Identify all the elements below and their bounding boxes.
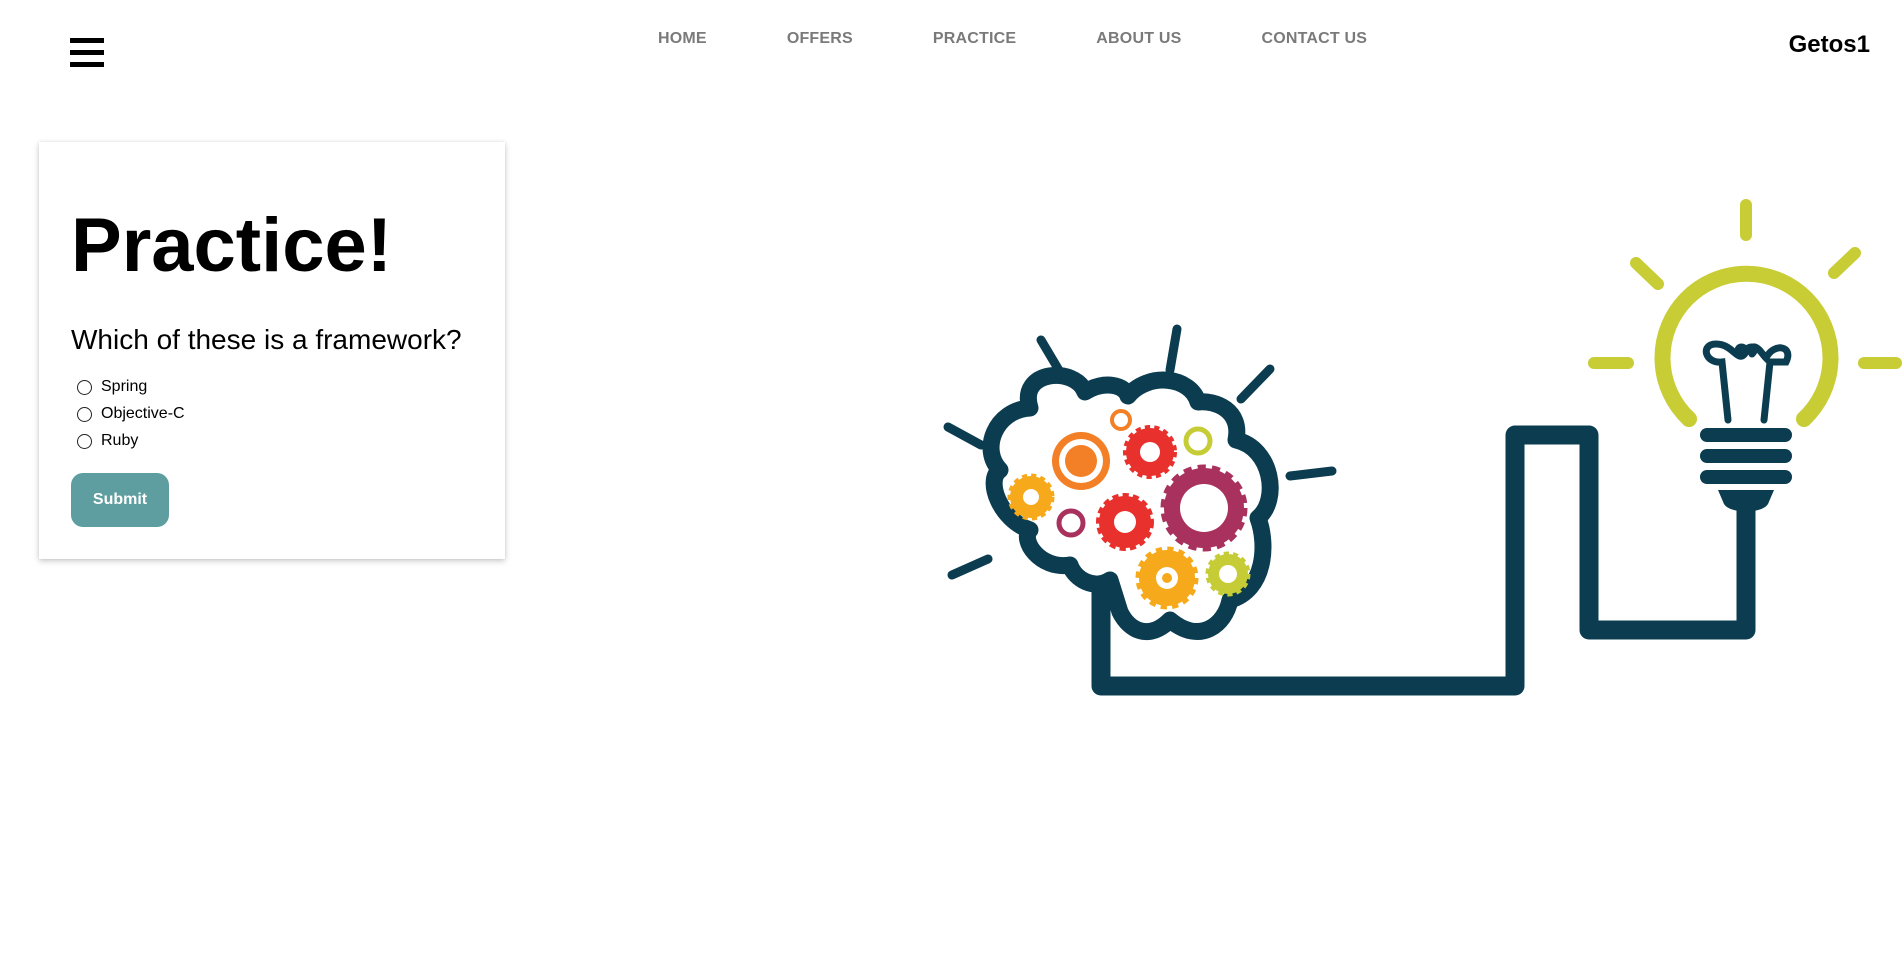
main-nav: HOME OFFERS PRACTICE ABOUT US CONTACT US xyxy=(658,30,1367,48)
quiz-title: Practice! xyxy=(71,203,393,288)
answer-option-label: Ruby xyxy=(101,431,139,449)
nav-link-offers[interactable]: OFFERS xyxy=(787,30,853,48)
quiz-question: Which of these is a framework? xyxy=(71,324,462,355)
hamburger-menu-icon[interactable] xyxy=(70,38,104,68)
answer-option-label: Objective-C xyxy=(101,404,185,422)
radio-button[interactable] xyxy=(77,407,92,422)
submit-button[interactable]: Submit xyxy=(71,473,169,527)
quiz-card: Practice! Which of these is a framework?… xyxy=(39,142,505,559)
nav-link-practice[interactable]: PRACTICE xyxy=(933,30,1016,48)
page: HOME OFFERS PRACTICE ABOUT US CONTACT US… xyxy=(0,0,1902,957)
answer-option-ruby[interactable]: Ruby xyxy=(77,427,185,454)
answer-option-spring[interactable]: Spring xyxy=(77,373,185,400)
radio-button[interactable] xyxy=(77,434,92,449)
answer-options: Spring Objective-C Ruby xyxy=(77,373,185,454)
answer-option-objective-c[interactable]: Objective-C xyxy=(77,400,185,427)
radio-button[interactable] xyxy=(77,380,92,395)
brain-gears-lightbulb-icon xyxy=(943,199,1902,696)
nav-link-contact-us[interactable]: CONTACT US xyxy=(1261,30,1367,48)
nav-link-about-us[interactable]: ABOUT US xyxy=(1096,30,1181,48)
answer-option-label: Spring xyxy=(101,377,148,395)
nav-link-home[interactable]: HOME xyxy=(658,30,707,48)
brand-name[interactable]: Getos1 xyxy=(1789,31,1870,59)
